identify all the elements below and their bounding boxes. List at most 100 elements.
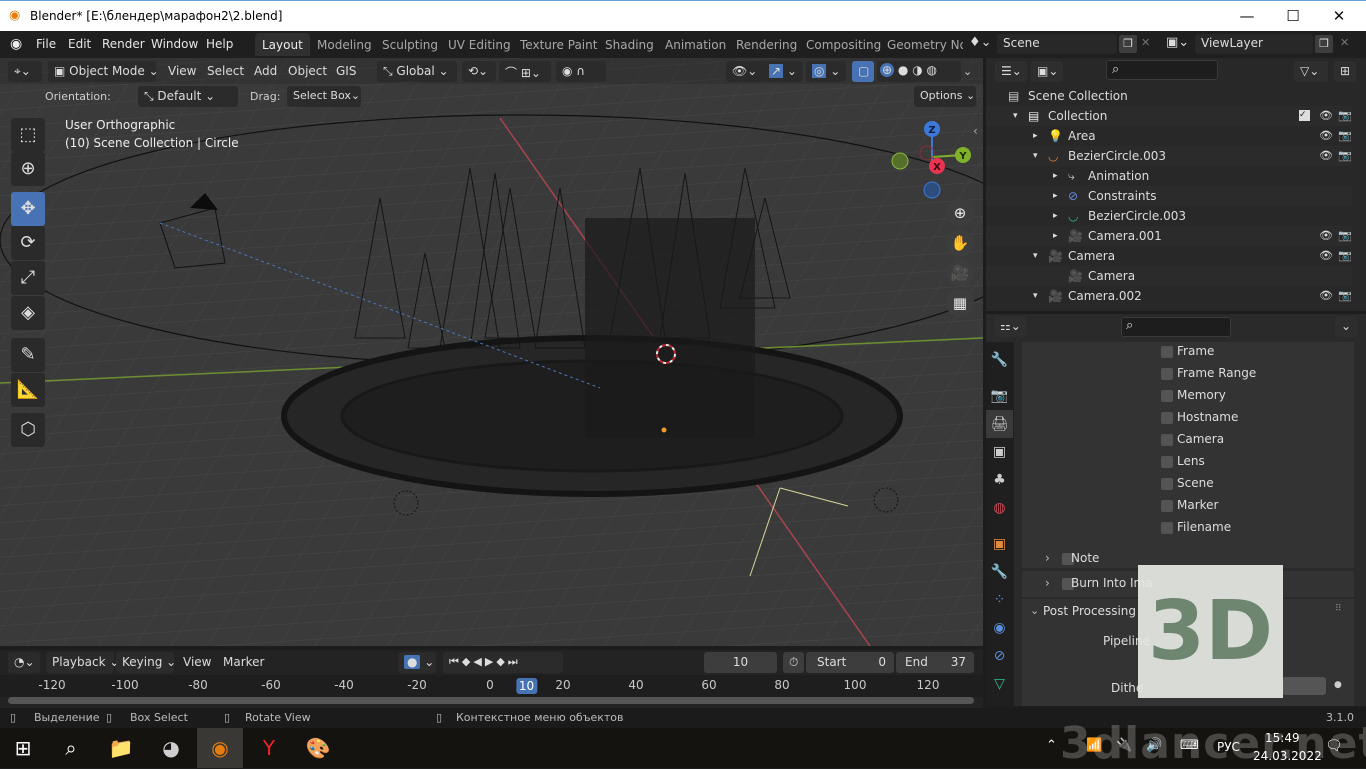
play-reverse-icon[interactable]: ◀ [473,655,484,668]
keying-menu[interactable]: Keying ⌄ [116,652,176,673]
properties-options-chevron[interactable]: ⌄ [1335,316,1357,337]
expand-toggle-icon[interactable]: ▸ [1053,231,1058,241]
tool-rotate[interactable]: ⟳ [11,226,45,260]
shading-modes[interactable]: ⊕ ● ◑ ◍ [877,61,961,82]
tool-annotate[interactable]: ✎ [11,338,45,372]
tab-tool[interactable]: 🔧 [986,346,1013,374]
outliner-row[interactable]: ▸ 💡 Area 👁 📷 [986,126,1352,146]
yandex-button[interactable]: Y [246,728,292,768]
post-processing-collapse-icon[interactable]: ⌄ [1030,604,1039,617]
metadata-checkbox[interactable] [1161,522,1173,534]
dither-field[interactable] [1282,677,1326,695]
properties-search-input[interactable] [1121,317,1231,337]
expand-toggle-icon[interactable]: ▾ [1033,151,1038,161]
tab-render[interactable]: 📷 [986,382,1013,410]
expand-toggle-icon[interactable]: ▾ [1033,291,1038,301]
burn-expand-icon[interactable]: › [1045,576,1050,590]
outliner-row[interactable]: ▸ ⤷ Animation [986,166,1352,186]
auto-keying-toggle[interactable]: ● ⌄ [398,652,436,673]
outliner-row[interactable]: ▸ ◡ BezierCircle.003 [986,206,1352,226]
drag-handle-icon[interactable]: ⠿ [1335,604,1342,614]
minimize-button[interactable]: — [1224,1,1270,32]
outliner-row[interactable]: 🎥 Camera [986,266,1352,286]
tab-animation[interactable]: Animation [658,33,733,56]
tab-texture-paint[interactable]: Texture Paint [513,33,604,56]
note-expand-icon[interactable]: › [1045,551,1050,565]
tool-add-cube[interactable]: ⬡ [11,413,45,447]
metadata-checkbox[interactable] [1161,390,1173,402]
delete-viewlayer-icon[interactable]: ✕ [1340,36,1349,49]
tool-measure[interactable]: 📐 [11,373,45,407]
outliner-row[interactable]: ▾ ▤ Collection ✓ 👁 📷 [986,106,1352,126]
current-frame-field[interactable]: 10 [704,652,777,673]
tab-output[interactable]: 🖨 [986,410,1013,438]
close-button[interactable]: ✕ [1316,1,1362,32]
maximize-button[interactable]: ☐ [1270,1,1316,32]
tab-geometry-nodes[interactable]: Geometry No [880,33,963,56]
transform-orientation-dropdown[interactable]: ⤡ Global ⌄ [377,61,457,82]
metadata-checkbox[interactable] [1161,478,1173,490]
expand-toggle-icon[interactable]: ▾ [1013,111,1018,121]
tool-transform[interactable]: ◈ [11,296,45,330]
tab-data[interactable]: ▽ [986,670,1013,698]
playhead[interactable]: 10 [515,678,538,694]
render-camera-icon[interactable]: 📷 [1338,289,1352,302]
tab-scene[interactable]: ♣ [986,466,1013,494]
tab-sculpting[interactable]: Sculpting [375,33,445,56]
filter-dropdown[interactable]: ▽⌄ [1294,61,1328,82]
metadata-checkbox[interactable] [1161,368,1173,380]
timeline-editor-type[interactable]: ◔⌄ [8,652,40,673]
metadata-checkbox[interactable] [1161,434,1173,446]
keyframe-dot-icon[interactable]: ● [1334,680,1342,690]
gizmo-neg-y[interactable] [891,152,909,170]
viewlayer-field[interactable]: ViewLayer [1195,34,1313,54]
solid-shading-icon[interactable]: ● [898,63,908,77]
ortho-toggle-button[interactable]: ▦ [946,289,974,317]
render-camera-icon[interactable]: 📷 [1338,129,1352,142]
outliner-editor-type[interactable]: ☰⌄ [995,61,1027,82]
outliner-row[interactable]: ▾ 🎥 Camera.002 👁 📷 [986,286,1352,306]
menu-edit[interactable]: Edit [68,37,91,51]
outliner-search-input[interactable] [1106,60,1218,80]
menu-object[interactable]: Object [288,64,327,78]
tab-physics[interactable]: ◉ [986,614,1013,642]
orientation-dropdown[interactable]: ⤡ Default ⌄ [138,86,238,107]
next-keyframe-icon[interactable]: ◆ [496,655,507,668]
gizmo-neg-z[interactable] [923,181,941,199]
menu-add[interactable]: Add [254,64,277,78]
outliner-row[interactable]: ▸ ⊘ Constraints [986,186,1352,206]
tab-particles[interactable]: ⁘ [986,586,1013,614]
end-frame-field[interactable]: End 37 [896,652,974,673]
sidebar-toggle-icon[interactable]: ‹ [973,124,978,138]
expand-toggle-icon[interactable]: ▸ [1033,131,1038,141]
tab-compositing[interactable]: Compositing [799,33,888,56]
menu-help[interactable]: Help [206,37,233,51]
file-explorer-button[interactable]: 📁 [98,728,144,768]
menu-file[interactable]: File [36,37,56,51]
exclude-checkbox[interactable]: ✓ [1299,110,1310,121]
snap-toggle[interactable]: ⌒ ⊞⌄ [499,61,551,82]
zoom-view-button[interactable]: ⊕ [946,199,974,227]
outliner-row[interactable]: ▾ ◡ BezierCircle.003 👁 📷 [986,146,1352,166]
timeline-scrollbar[interactable] [8,697,974,704]
camera-view-button[interactable]: 🎥 [946,259,974,287]
properties-editor-type[interactable]: ⚏⌄ [994,316,1026,337]
visibility-eye-icon[interactable]: 👁 [1319,129,1333,142]
tab-layout[interactable]: Layout [255,33,310,56]
delete-scene-icon[interactable]: ✕ [1141,36,1150,49]
tool-select-box[interactable]: ⬚ [11,118,45,152]
playback-menu[interactable]: Playback ⌄ [46,652,119,673]
3d-viewport[interactable]: User Orthographic (10) Scene Collection … [0,58,983,646]
show-hidden-icons[interactable]: ⌃ [1046,738,1057,753]
xray-toggle[interactable]: ▢ [852,61,874,82]
menu-view[interactable]: View [168,64,196,78]
tab-view-layer[interactable]: ▣ [986,438,1013,466]
tab-shading[interactable]: Shading [598,33,661,56]
metadata-checkbox[interactable] [1161,500,1173,512]
new-scene-icon[interactable]: ❐ [1119,35,1137,53]
expand-toggle-icon[interactable]: ▸ [1053,211,1058,221]
tab-modeling[interactable]: Modeling [310,33,379,56]
metadata-checkbox[interactable] [1161,412,1173,424]
options-dropdown[interactable]: Options ⌄ [914,86,976,107]
navigation-gizmo[interactable]: Z Y X [885,113,980,208]
